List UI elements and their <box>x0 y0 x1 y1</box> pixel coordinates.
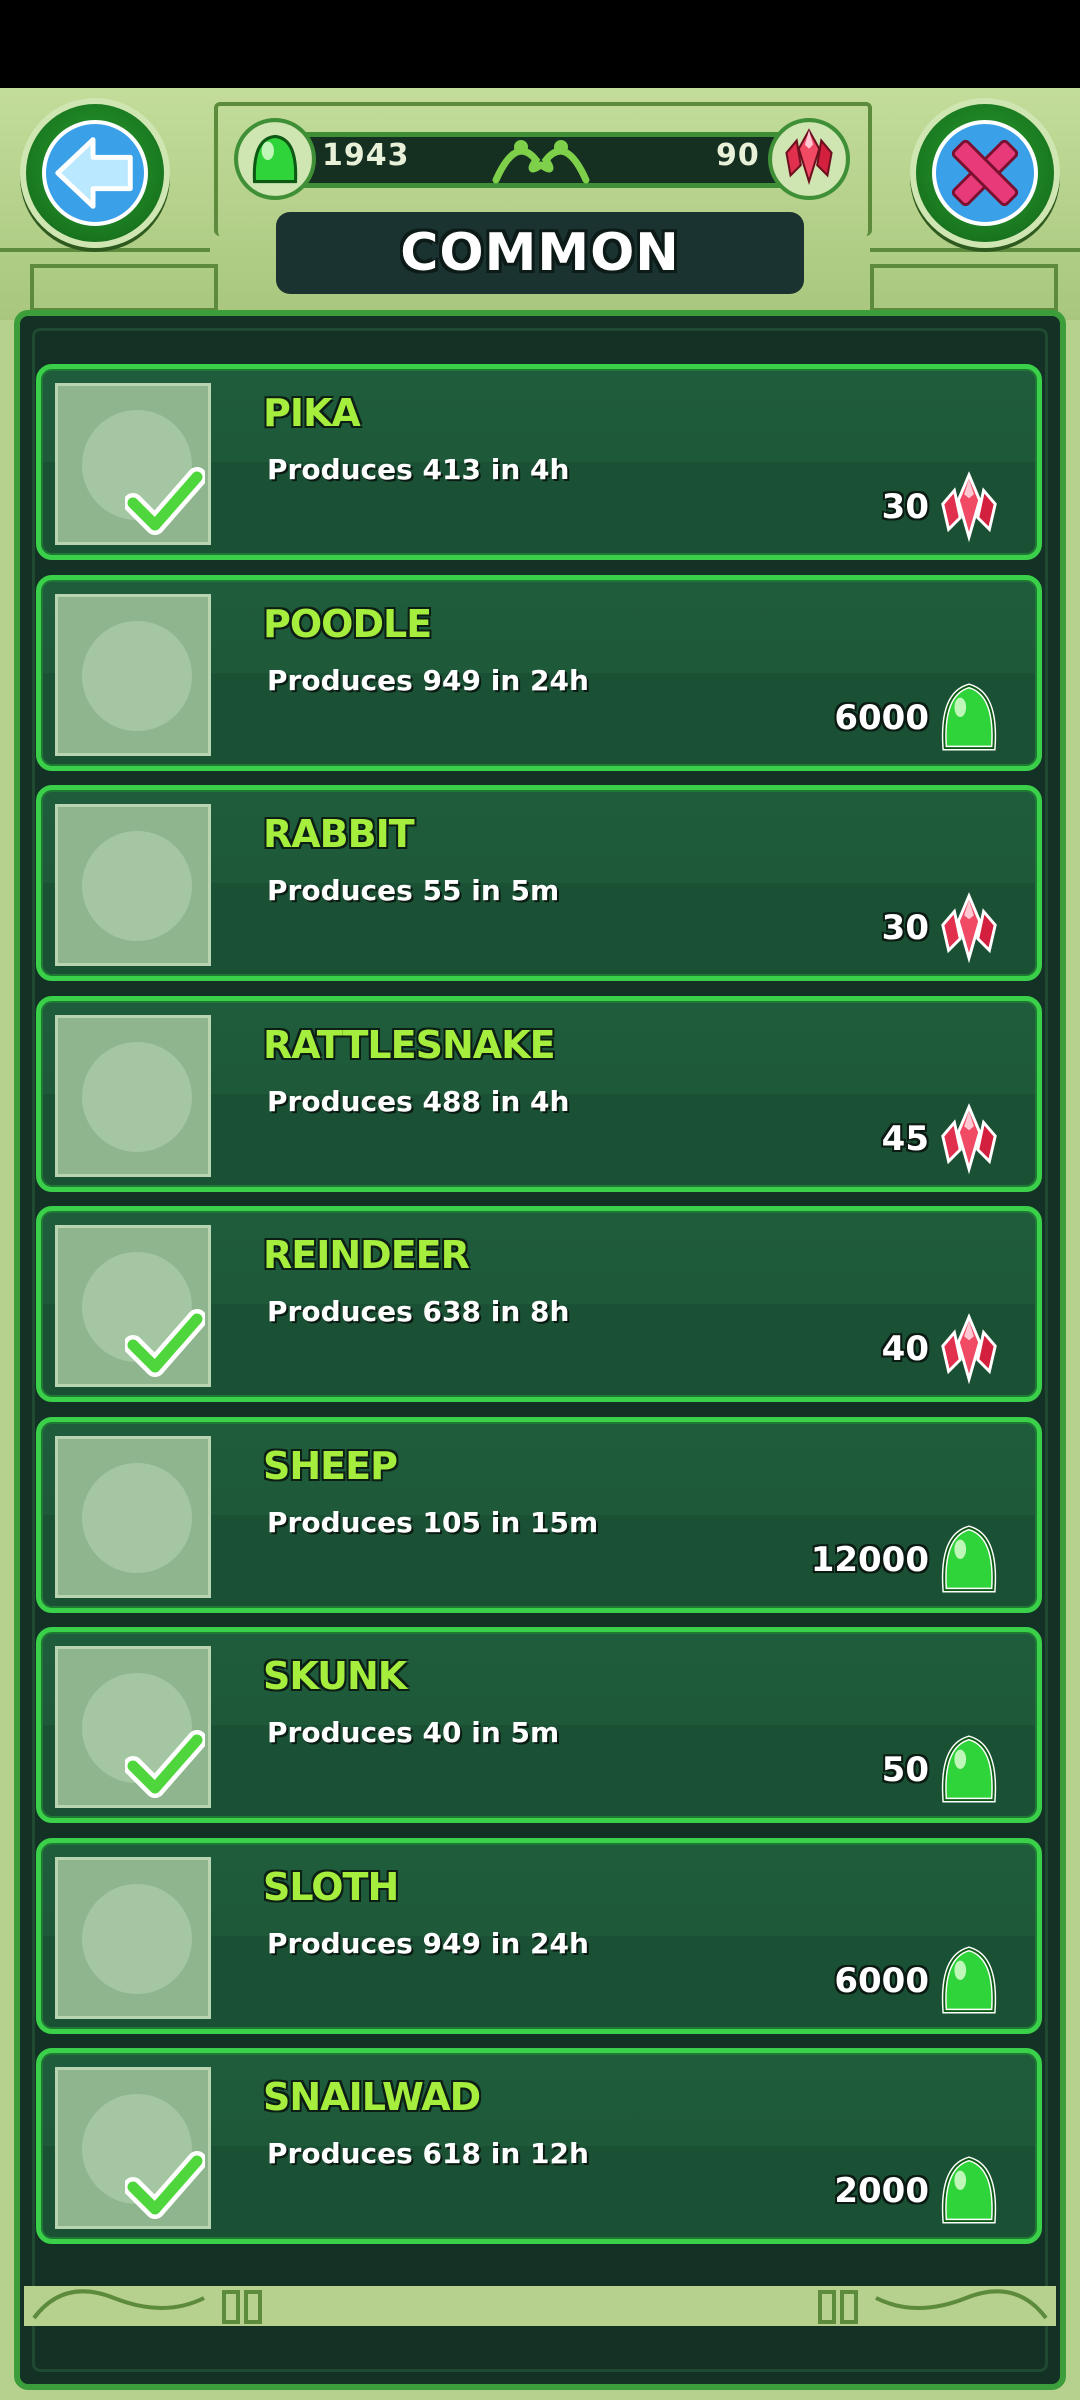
list-item[interactable]: REINDEER Produces 638 in 8h 40 <box>36 1206 1042 1402</box>
animal-portrait <box>55 804 211 966</box>
item-name: SLOTH <box>263 1864 399 1909</box>
checkmark-icon <box>123 1730 207 1800</box>
red-crystal-icon <box>768 118 850 200</box>
list-item[interactable]: SLOTH Produces 949 in 24h 6000 <box>36 1837 1042 2034</box>
close-x-icon <box>951 139 1019 207</box>
item-price: 50 <box>881 1750 929 1790</box>
item-name: SHEEP <box>263 1443 398 1488</box>
gel-drop-icon <box>935 1732 1003 1806</box>
animal-portrait <box>55 1435 211 1598</box>
red-crystal-icon <box>935 469 1003 543</box>
item-name: RABBIT <box>263 812 415 856</box>
list-item[interactable]: PIKA Produces 413 in 4h 30 <box>36 364 1042 560</box>
list-item[interactable]: RATTLESNAKE Produces 488 in 4h 45 <box>36 995 1042 1192</box>
red-crystal-icon <box>935 1311 1003 1385</box>
item-production: Produces 618 in 12h <box>267 2137 589 2170</box>
list-item[interactable]: SKUNK Produces 40 in 5m 50 <box>36 1627 1042 1823</box>
item-name: SNAILWAD <box>263 2075 481 2119</box>
item-production: Produces 949 in 24h <box>267 663 589 697</box>
gel-drop-icon <box>935 2153 1003 2227</box>
item-production: Produces 413 in 4h <box>267 453 570 486</box>
item-price: 2000 <box>834 2171 929 2211</box>
item-price: 6000 <box>834 697 929 738</box>
animal-portrait <box>55 1014 211 1177</box>
item-production: Produces 488 in 4h <box>267 1084 570 1118</box>
list-item[interactable]: RABBIT Produces 55 in 5m 30 <box>36 785 1042 981</box>
item-production: Produces 638 in 8h <box>267 1295 570 1328</box>
item-price: 12000 <box>810 1539 929 1580</box>
item-price: 40 <box>881 1329 929 1369</box>
list-item[interactable]: POODLE Produces 949 in 24h 6000 <box>36 574 1042 771</box>
bottom-ornament <box>24 2286 1056 2326</box>
item-name: RATTLESNAKE <box>263 1022 556 1067</box>
left-arrow-icon <box>55 137 133 209</box>
back-button[interactable] <box>20 98 170 248</box>
item-production: Produces 105 in 15m <box>267 1505 599 1539</box>
item-price: 45 <box>881 1118 929 1159</box>
list-item[interactable]: SHEEP Produces 105 in 15m 12000 <box>36 1416 1042 1613</box>
checkmark-icon <box>123 467 207 537</box>
red-crystal-icon <box>935 890 1003 964</box>
animal-portrait <box>55 593 211 756</box>
red-crystal-icon <box>935 1101 1003 1175</box>
item-name: PIKA <box>263 391 361 435</box>
gel-count: 1943 <box>322 138 410 173</box>
item-price: 30 <box>881 487 929 527</box>
item-price: 30 <box>881 908 929 948</box>
gel-drop-icon <box>234 118 316 200</box>
gel-drop-icon <box>935 1522 1003 1596</box>
item-production: Produces 55 in 5m <box>267 874 560 907</box>
page-title: COMMON <box>400 223 680 283</box>
item-name: REINDEER <box>263 1233 470 1277</box>
status-bar <box>0 0 1080 88</box>
item-name: POODLE <box>263 601 432 646</box>
gem-count: 90 <box>716 138 760 173</box>
animal-portrait <box>55 1856 211 2019</box>
item-production: Produces 40 in 5m <box>267 1716 560 1749</box>
item-production: Produces 949 in 24h <box>267 1926 589 1960</box>
list-item[interactable]: SNAILWAD Produces 618 in 12h 2000 <box>36 2048 1042 2244</box>
gel-drop-icon <box>935 680 1003 754</box>
gel-drop-icon <box>935 1943 1003 2017</box>
checkmark-icon <box>123 2151 207 2221</box>
item-price: 6000 <box>834 1960 929 2001</box>
close-button[interactable] <box>910 98 1060 248</box>
vine-ornament-icon <box>492 140 590 184</box>
item-name: SKUNK <box>263 1654 407 1698</box>
checkmark-icon <box>123 1309 207 1379</box>
